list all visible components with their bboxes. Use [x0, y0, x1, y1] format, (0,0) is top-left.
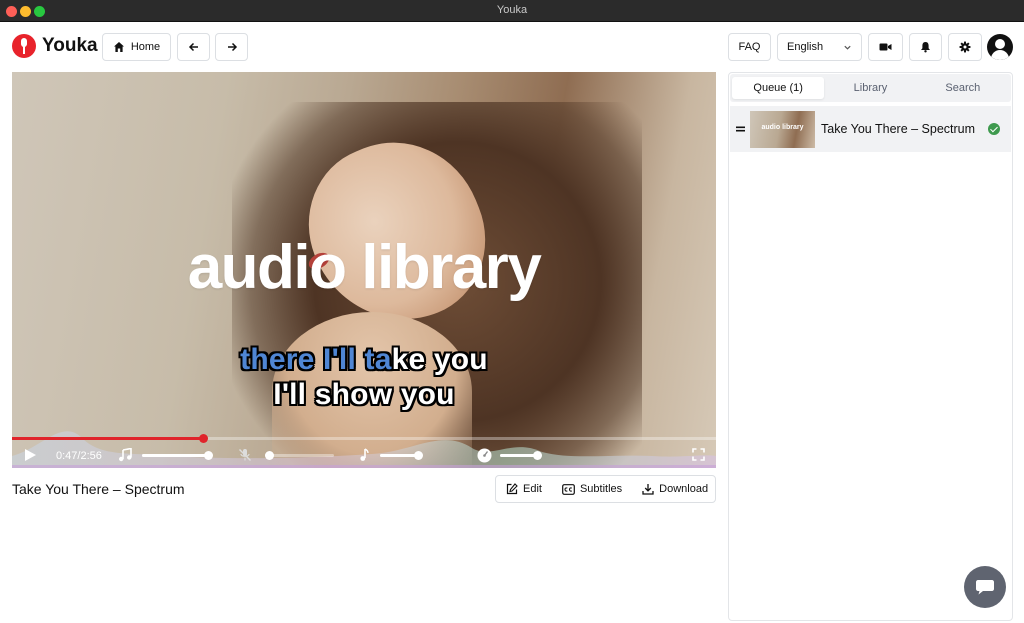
arrow-left-icon — [188, 42, 198, 52]
tab-queue[interactable]: Queue (1) — [732, 77, 825, 99]
queue-item[interactable]: audio library Take You There – Spectrum — [730, 106, 1011, 152]
queue-item-thumbnail-text: audio library — [761, 123, 804, 131]
lyric-line-current: there I'll take you — [12, 343, 716, 377]
play-icon[interactable] — [23, 448, 37, 462]
window-titlebar: Youka — [0, 0, 1024, 22]
speed-slider[interactable] — [500, 451, 543, 460]
language-select[interactable]: English — [777, 33, 862, 61]
app-header: Youka Home FAQ English — [0, 22, 1024, 72]
player-controls: 0:47/2:56 — [12, 444, 716, 468]
chevron-down-icon — [844, 45, 851, 50]
back-button[interactable] — [177, 33, 210, 61]
edit-icon — [506, 483, 518, 495]
song-actions: Edit Subtitles Download — [495, 475, 716, 503]
vocals-volume-slider[interactable] — [265, 451, 334, 460]
lyric-unsung-part: ke you — [391, 343, 488, 376]
chat-button[interactable] — [964, 566, 1006, 608]
faq-button[interactable]: FAQ — [728, 33, 771, 61]
queue-item-thumbnail: audio library — [750, 110, 815, 148]
gear-icon — [959, 41, 971, 53]
settings-button[interactable] — [948, 33, 982, 61]
download-button-label: Download — [659, 483, 709, 495]
edit-button-label: Edit — [523, 483, 542, 495]
music-volume-fill — [142, 454, 209, 457]
pitch-fill — [380, 454, 419, 457]
chat-bubble-icon — [976, 580, 994, 595]
pitch-note-icon[interactable] — [358, 448, 370, 462]
speed-fill — [500, 454, 538, 457]
drag-handle[interactable] — [730, 126, 750, 132]
side-panel: Queue (1) Library Search audio library T… — [728, 72, 1013, 621]
video-player[interactable]: audio library there I'll take you I'll s… — [12, 72, 716, 468]
fullscreen-icon[interactable] — [692, 448, 705, 461]
home-icon — [113, 42, 124, 52]
notifications-button[interactable] — [909, 33, 942, 61]
download-icon — [642, 484, 654, 495]
microphone-logo-icon — [12, 34, 36, 58]
lyric-line-next: I'll show you — [273, 378, 455, 411]
window-title: Youka — [496, 4, 528, 16]
song-title: Take You There – Spectrum — [12, 481, 185, 497]
home-button-label: Home — [130, 41, 161, 53]
camera-button[interactable] — [868, 33, 903, 61]
download-button[interactable]: Download — [632, 483, 718, 495]
logo[interactable]: Youka — [12, 34, 98, 58]
progress-bar[interactable] — [12, 434, 716, 443]
pitch-handle[interactable] — [414, 451, 424, 460]
speed-handle[interactable] — [533, 451, 543, 460]
video-camera-icon — [879, 43, 892, 51]
music-volume-slider[interactable] — [142, 451, 214, 460]
speed-gauge-icon[interactable] — [477, 448, 492, 463]
subtitles-icon — [562, 483, 575, 495]
tab-library[interactable]: Library — [824, 77, 916, 99]
logo-text: Youka — [42, 35, 98, 56]
pitch-slider[interactable] — [380, 451, 424, 460]
subtitles-button-label: Subtitles — [579, 483, 623, 495]
music-note-icon[interactable] — [118, 448, 132, 462]
subtitles-button[interactable]: Subtitles — [552, 483, 632, 495]
video-overlay-title: audio library — [187, 233, 542, 302]
user-avatar[interactable] — [987, 34, 1013, 60]
edit-button[interactable]: Edit — [496, 483, 552, 495]
playback-time: 0:47/2:56 — [56, 450, 102, 462]
queue-item-title: Take You There – Spectrum — [821, 122, 976, 136]
panel-tabs: Queue (1) Library Search — [730, 74, 1011, 102]
lyric-sung-part: there I'll ta — [240, 343, 392, 376]
check-circle-icon — [988, 123, 1000, 135]
drag-handle-icon — [735, 126, 745, 132]
tab-search[interactable]: Search — [917, 77, 1009, 99]
forward-button[interactable] — [215, 33, 248, 61]
arrow-right-icon — [227, 42, 237, 52]
language-select-value: English — [787, 41, 824, 53]
vocals-volume-handle[interactable] — [265, 451, 274, 460]
home-button[interactable]: Home — [102, 33, 171, 61]
microphone-muted-icon[interactable] — [238, 448, 252, 462]
bell-icon — [921, 42, 930, 53]
progress-bar-fill — [12, 437, 204, 440]
music-volume-handle[interactable] — [204, 451, 214, 460]
